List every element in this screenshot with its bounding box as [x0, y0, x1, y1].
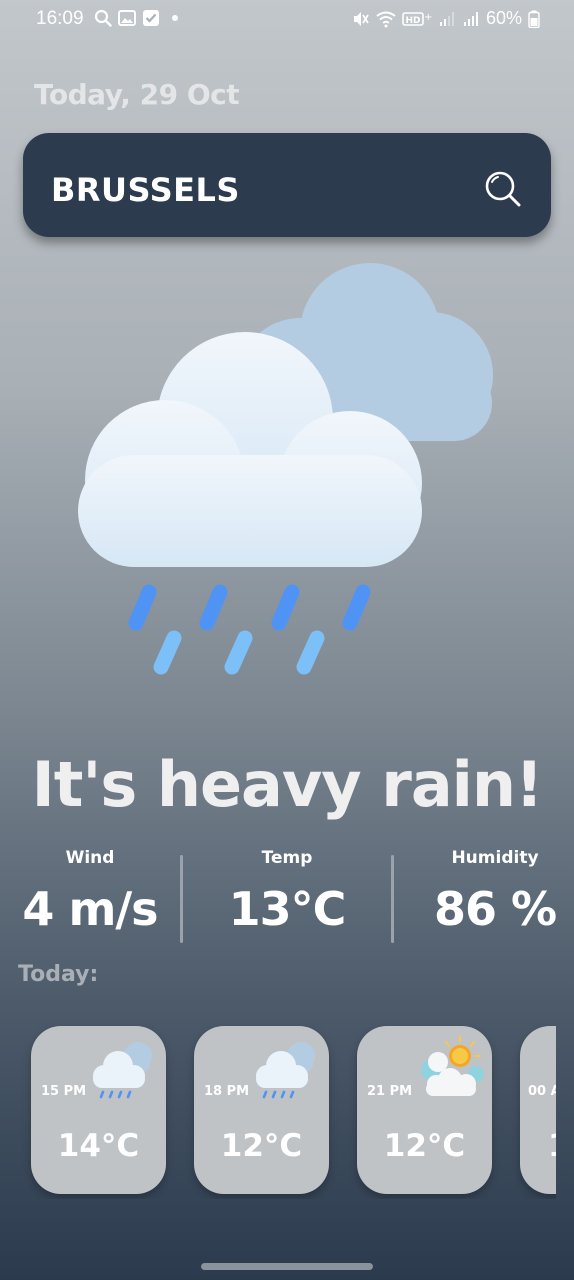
battery-icon — [528, 10, 540, 28]
temp-stat: Temp 13°C — [202, 848, 372, 936]
signal-icon — [463, 11, 478, 26]
weather-stats: Wind 4 m/s Temp 13°C Humidity 86 % — [0, 848, 574, 948]
humidity-stat: Humidity 86 % — [412, 848, 574, 936]
wind-value: 4 m/s — [22, 882, 158, 936]
forecast-temp: 1 — [548, 1128, 556, 1164]
forecast-temp: 12°C — [220, 1128, 303, 1164]
wind-stat: Wind 4 m/s — [10, 848, 170, 936]
humidity-value: 86 % — [433, 882, 557, 936]
wifi-icon — [376, 11, 396, 27]
forecast-time: 15 PM — [41, 1084, 87, 1099]
temp-label: Temp — [261, 848, 313, 868]
svg-text:HD: HD — [405, 16, 420, 26]
search-icon — [94, 9, 112, 27]
status-bar: 16:09 HD + 60% — [0, 0, 574, 40]
forecast-time: 18 PM — [204, 1084, 250, 1099]
humidity-label: Humidity — [451, 848, 539, 868]
status-left-icons — [94, 9, 184, 27]
forecast-card[interactable]: 00 A 1 — [520, 1026, 556, 1194]
forecast-time: 00 A — [528, 1084, 556, 1099]
rain-drops — [128, 584, 371, 675]
city-name[interactable]: BRUSSELS — [51, 171, 240, 209]
today-label: Today: — [18, 962, 99, 987]
forecast-time: 21 PM — [367, 1084, 413, 1099]
stat-divider — [180, 855, 183, 943]
search-icon[interactable] — [483, 169, 523, 209]
stat-divider — [391, 855, 394, 943]
weather-headline: It's heavy rain! — [31, 748, 544, 821]
home-indicator[interactable] — [201, 1263, 373, 1270]
forecast-card[interactable]: 21 PM 12°C — [357, 1026, 492, 1194]
temp-value: 13°C — [228, 882, 347, 936]
dot-icon — [172, 15, 178, 21]
check-icon — [143, 10, 159, 26]
wind-label: Wind — [65, 848, 115, 868]
battery-percent: 60% — [485, 8, 522, 28]
forecast-temp: 14°C — [57, 1128, 140, 1164]
gallery-icon — [118, 10, 136, 26]
sun-cloud-icon — [421, 1035, 484, 1096]
rain-cloud-icon — [78, 263, 493, 675]
hourly-forecast[interactable]: 15 PM 14°C 18 PM 12°C 21 PM 12°C 00 A 1 — [0, 1024, 556, 1199]
city-search-bar[interactable]: BRUSSELS — [23, 133, 551, 237]
forecast-card[interactable]: 15 PM 14°C — [31, 1026, 166, 1194]
rain-cloud-icon — [93, 1042, 152, 1099]
rain-cloud-icon — [256, 1042, 315, 1099]
date-label: Today, 29 Oct — [34, 78, 240, 111]
status-right-icons: HD + 60% — [352, 8, 540, 29]
forecast-temp: 12°C — [383, 1128, 466, 1164]
status-time: 16:09 — [36, 8, 84, 29]
forecast-card[interactable]: 18 PM 12°C — [194, 1026, 329, 1194]
signal-icon — [439, 11, 454, 26]
svg-text:+: + — [424, 12, 432, 23]
hd-icon: HD + — [402, 12, 432, 26]
mute-icon — [353, 11, 369, 26]
